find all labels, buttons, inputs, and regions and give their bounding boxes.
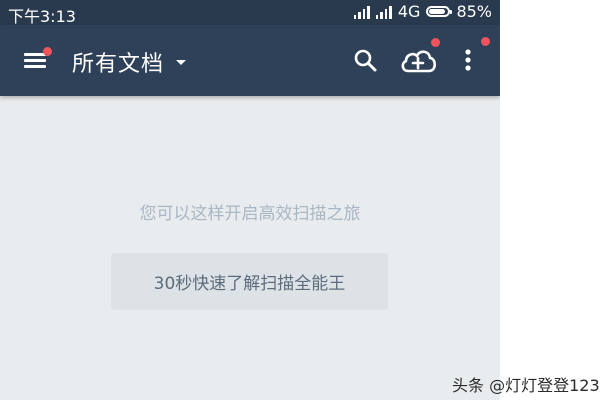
status-bar: 下午3:13 4G 85% [0,0,500,26]
quick-tour-button[interactable]: 30秒快速了解扫描全能王 [111,253,388,310]
folder-selector[interactable]: 所有文档 [72,46,187,78]
search-button[interactable] [352,47,380,75]
app-bar: 所有文档 [0,25,500,96]
cloud-add-icon [401,50,437,73]
notification-dot [43,47,52,56]
status-indicators: 4G 85% [353,2,492,21]
page-title: 所有文档 [72,52,165,77]
battery-percent: 85% [456,2,492,21]
watermark: 头条 @灯灯登登123 [452,376,600,395]
more-options-button[interactable] [456,37,490,77]
caret-down-icon [176,59,187,65]
notification-dot [431,38,440,47]
cloud-sync-button[interactable] [398,38,440,77]
notification-dot [481,37,490,46]
signal-strength-icon [353,5,370,19]
more-vertical-icon [465,49,471,71]
search-icon [354,49,377,72]
battery-icon [426,6,453,17]
signal-strength-icon-2 [375,5,392,19]
network-type: 4G [397,2,421,21]
onboarding-hint: 您可以这样开启高效扫描之旅 [139,204,361,224]
phone-screen: 下午3:13 4G 85% 所有文档 您可以这样开启高效扫描之旅 30秒快速了解… [0,0,500,400]
status-time: 下午3:13 [8,7,76,26]
menu-button[interactable] [22,47,52,71]
